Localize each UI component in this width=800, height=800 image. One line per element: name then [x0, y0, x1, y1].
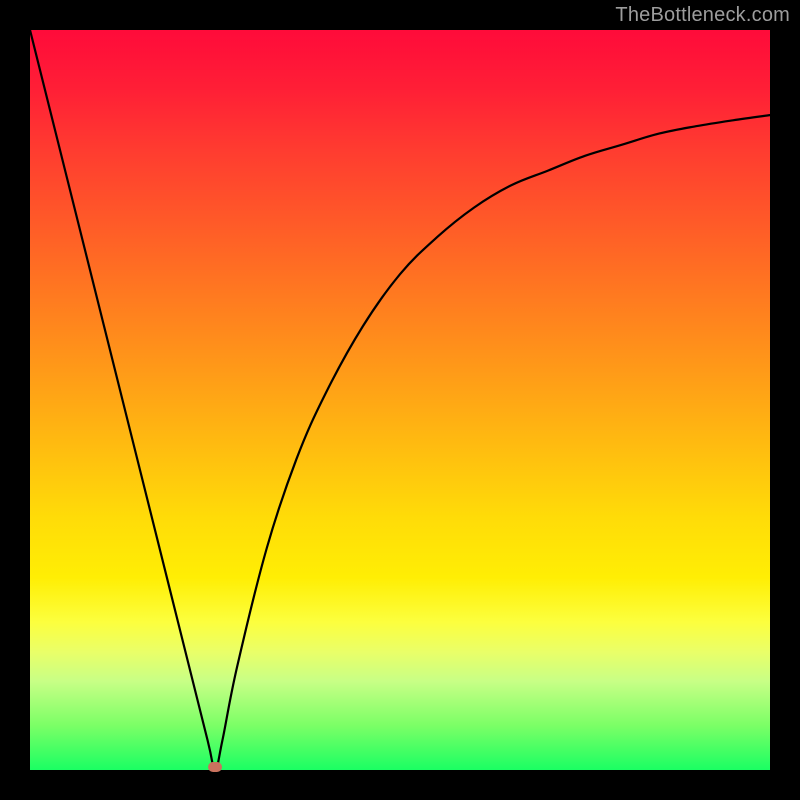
plot-area: [30, 30, 770, 770]
minimum-marker-icon: [208, 762, 222, 772]
watermark-label: TheBottleneck.com: [615, 4, 790, 27]
chart-frame: TheBottleneck.com: [0, 0, 800, 800]
bottleneck-curve: [30, 30, 770, 770]
